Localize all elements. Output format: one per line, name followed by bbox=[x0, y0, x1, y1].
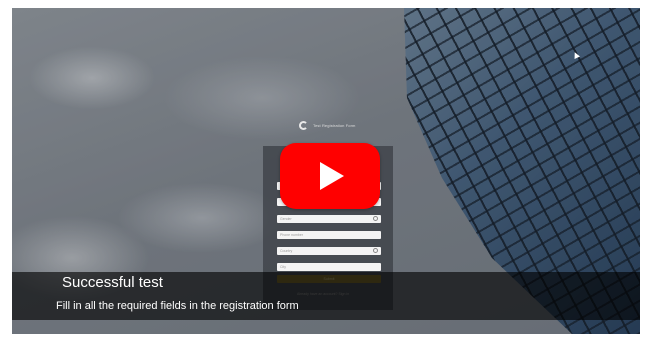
form-field-placeholder: Phone number bbox=[280, 233, 303, 237]
play-icon bbox=[320, 162, 344, 190]
logo-icon bbox=[299, 121, 308, 130]
caption-title: Successful test bbox=[62, 274, 163, 291]
form-field-placeholder: Country bbox=[280, 249, 293, 253]
play-button[interactable] bbox=[280, 143, 380, 209]
city-field[interactable]: City bbox=[277, 263, 381, 271]
country-select[interactable]: Country bbox=[277, 247, 381, 255]
app-logo: Test Registration Form bbox=[299, 121, 355, 130]
dropdown-icon bbox=[373, 248, 378, 253]
logo-text: Test Registration Form bbox=[313, 123, 356, 128]
form-field-placeholder: Gender bbox=[280, 217, 292, 221]
caption-subtitle: Fill in all the required fields in the r… bbox=[56, 300, 299, 312]
form-field-placeholder: City bbox=[280, 265, 287, 269]
video-frame[interactable]: Test Registration Form Gender Phone numb… bbox=[12, 8, 640, 334]
dropdown-icon bbox=[373, 216, 378, 221]
phone-field[interactable]: Phone number bbox=[277, 231, 381, 239]
gender-select[interactable]: Gender bbox=[277, 215, 381, 223]
